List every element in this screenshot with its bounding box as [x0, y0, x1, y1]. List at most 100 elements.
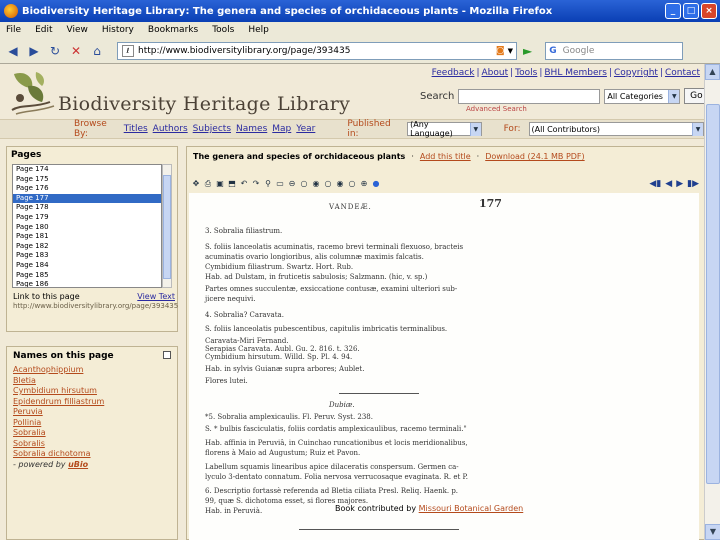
rotate-left-icon[interactable]: ↶ — [239, 179, 249, 189]
scan-page-number: 177 — [479, 197, 502, 210]
print-icon[interactable]: ⎙ — [203, 179, 213, 189]
zoom-level-1-icon[interactable]: ○ — [299, 179, 309, 189]
category-select[interactable]: All Categories ▼ — [604, 88, 681, 104]
menu-help[interactable]: Help — [248, 25, 269, 35]
scroll-down-icon[interactable]: ▼ — [705, 524, 720, 540]
help-icon[interactable]: ● — [371, 179, 381, 189]
view-text-link[interactable]: View Text — [137, 292, 175, 301]
first-page-icon[interactable]: ◀▮ — [649, 179, 661, 189]
maximize-button[interactable]: □ — [683, 3, 699, 19]
link-copyright[interactable]: Copyright — [614, 68, 658, 78]
zoom-level-4-icon[interactable]: ◉ — [335, 179, 345, 189]
page-list-item[interactable]: Page 175 — [13, 175, 161, 185]
prev-page-icon[interactable]: ◀ — [665, 179, 672, 189]
page-list[interactable]: Page 174 Page 175 Page 176 Page 177 Page 178… — [12, 164, 162, 288]
zoom-icon[interactable]: ⚲ — [263, 179, 273, 189]
add-title-link[interactable]: Add this title — [420, 152, 471, 161]
zoom-out-icon[interactable]: ⊖ — [287, 179, 297, 189]
minimize-button[interactable]: _ — [665, 3, 681, 19]
link-contact[interactable]: Contact — [665, 68, 700, 78]
page-url[interactable]: http://www.biodiversitylibrary.org/page/… — [13, 302, 178, 310]
home-icon[interactable]: ⌂ — [88, 42, 106, 60]
zoom-in-icon[interactable]: ⊕ — [359, 179, 369, 189]
advanced-search-link[interactable]: Advanced Search — [466, 105, 527, 113]
browse-titles[interactable]: Titles — [124, 124, 148, 134]
expand-icon[interactable]: ✥ — [191, 179, 201, 189]
page-list-item[interactable]: Page 184 — [13, 261, 161, 271]
site-search-input[interactable] — [458, 88, 601, 104]
url-dropdown-icon[interactable]: ▼ — [508, 47, 513, 55]
page-list-item[interactable]: Page 183 — [13, 251, 161, 261]
name-link[interactable]: Epidendrum filliastrum — [13, 397, 177, 408]
url-bar[interactable]: ℓ http://www.biodiversitylibrary.org/pag… — [117, 41, 517, 60]
page-list-item[interactable]: Page 179 — [13, 213, 161, 223]
scroll-thumb[interactable] — [706, 104, 720, 484]
name-link[interactable]: Acanthophippium — [13, 365, 177, 376]
browser-scrollbar[interactable]: ▲ ▼ — [704, 64, 720, 540]
language-select[interactable]: (Any Language) ▼ — [407, 120, 482, 138]
fit-icon[interactable]: ▭ — [275, 179, 285, 189]
ubio-link[interactable]: uBio — [68, 460, 88, 469]
name-link[interactable]: Cymbidium hirsutum — [13, 386, 177, 397]
page-link-row: Link to this page View Text — [13, 292, 175, 301]
last-page-icon[interactable]: ▮▶ — [687, 179, 699, 189]
page-list-item[interactable]: Page 185 — [13, 271, 161, 281]
menu-history[interactable]: History — [102, 25, 134, 35]
rss-icon[interactable]: ◙ — [496, 46, 505, 56]
download-link[interactable]: Download (24.1 MB PDF) — [485, 152, 584, 161]
browse-subjects[interactable]: Subjects — [193, 124, 231, 134]
page-list-item[interactable]: Page 186 — [13, 280, 161, 287]
collapse-icon[interactable] — [163, 351, 171, 359]
menu-bookmarks[interactable]: Bookmarks — [148, 25, 198, 35]
page-list-item[interactable]: Page 177 — [13, 193, 161, 204]
contributor-link[interactable]: Missouri Botanical Garden — [419, 504, 524, 513]
name-link[interactable]: Sobralis — [13, 439, 177, 450]
contributor-select[interactable]: (All Contributors) ▼ — [528, 122, 704, 136]
image-icon[interactable]: ▣ — [215, 179, 225, 189]
zoom-level-2-icon[interactable]: ◉ — [311, 179, 321, 189]
window-title: Biodiversity Heritage Library: The gener… — [22, 5, 553, 17]
scroll-up-icon[interactable]: ▲ — [705, 64, 720, 80]
browse-authors[interactable]: Authors — [153, 124, 188, 134]
firefox-icon — [4, 4, 18, 18]
page-list-item[interactable]: Page 176 — [13, 184, 161, 194]
forward-arrow-icon[interactable]: ▶ — [25, 42, 43, 60]
save-icon[interactable]: ⬒ — [227, 179, 237, 189]
next-page-icon[interactable]: ▶ — [676, 179, 683, 189]
page-list-item[interactable]: Page 182 — [13, 242, 161, 252]
page-list-item[interactable]: Page 174 — [13, 165, 161, 175]
name-link[interactable]: Peruvia — [13, 407, 177, 418]
page-list-item[interactable]: Page 180 — [13, 223, 161, 233]
zoom-level-3-icon[interactable]: ○ — [323, 179, 333, 189]
link-tools[interactable]: Tools — [515, 68, 537, 78]
close-button[interactable]: × — [701, 3, 717, 19]
menu-edit[interactable]: Edit — [35, 25, 52, 35]
page-list-item[interactable]: Page 178 — [13, 203, 161, 213]
name-link[interactable]: Pollinia — [13, 418, 177, 429]
menu-file[interactable]: File — [6, 25, 21, 35]
stop-icon[interactable]: ✕ — [67, 42, 85, 60]
zoom-level-5-icon[interactable]: ○ — [347, 179, 357, 189]
scan-text-line: Flores lutei. — [205, 377, 248, 385]
bhl-logo[interactable]: Biodiversity Heritage Library — [6, 68, 446, 118]
back-arrow-icon[interactable]: ◀ — [4, 42, 22, 60]
browse-names[interactable]: Names — [236, 124, 267, 134]
browse-map[interactable]: Map — [272, 124, 291, 134]
link-about[interactable]: About — [482, 68, 509, 78]
menu-tools[interactable]: Tools — [212, 25, 234, 35]
browse-year[interactable]: Year — [296, 124, 315, 134]
chevron-down-icon: ▼ — [470, 122, 481, 136]
go-button[interactable]: Go — [684, 88, 704, 104]
reload-icon[interactable]: ↻ — [46, 42, 64, 60]
search-input[interactable]: G Google — [545, 41, 684, 60]
name-link[interactable]: Bletia — [13, 376, 177, 387]
name-link[interactable]: Sobralia — [13, 428, 177, 439]
page-list-item[interactable]: Page 181 — [13, 232, 161, 242]
rotate-right-icon[interactable]: ↷ — [251, 179, 261, 189]
name-link[interactable]: Sobralia dichotoma — [13, 449, 177, 460]
go-arrow-icon[interactable]: ► — [523, 44, 532, 58]
page-scan-image: VANDEÆ. 177 3. Sobralia filiastrum. S. fo… — [189, 193, 699, 540]
link-bhl-members[interactable]: BHL Members — [544, 68, 607, 78]
page-list-scrollbar[interactable] — [162, 164, 172, 288]
menu-view[interactable]: View — [67, 25, 88, 35]
